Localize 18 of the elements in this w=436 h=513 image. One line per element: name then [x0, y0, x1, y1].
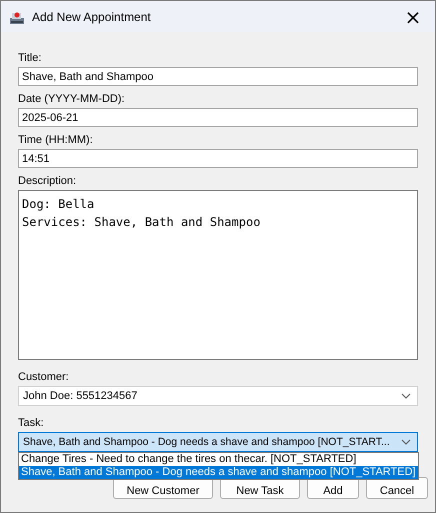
- field-label: Customer:: [18, 370, 70, 384]
- window-title: Add New Appointment: [32, 10, 152, 24]
- chevron-down-icon[interactable]: [401, 393, 411, 399]
- field-label: Title:: [18, 51, 42, 65]
- field-label: Task:: [18, 416, 45, 430]
- description-field[interactable]: Dog: Bella Services: Shave, Bath and Shampoo: [18, 190, 418, 360]
- customer-dropdown[interactable]: John Doe: 5551234567: [18, 386, 418, 406]
- dropdown-option[interactable]: Change Tires - Need to change the tires on thecar. [NOT_STARTED]: [19, 453, 418, 466]
- dropdown-option[interactable]: Shave, Bath and Shampoo - Dog needs a shave and shampoo [NOT_STARTED]: [19, 466, 418, 479]
- field-label: Date (YYYY-MM-DD):: [18, 92, 126, 106]
- close-button[interactable]: ×: [391, 1, 435, 32]
- chevron-down-icon[interactable]: [401, 439, 411, 445]
- field-label: Description:: [18, 174, 78, 188]
- input-field[interactable]: 14:51: [18, 149, 418, 168]
- input-field[interactable]: Shave, Bath and Shampoo: [18, 67, 418, 86]
- field-label: Time (HH:MM):: [18, 133, 94, 147]
- input-field[interactable]: 2025-06-21: [18, 108, 418, 127]
- task-dropdown[interactable]: Shave, Bath and Shampoo - Dog needs a shave and shampoo [NOT_START...: [18, 432, 418, 452]
